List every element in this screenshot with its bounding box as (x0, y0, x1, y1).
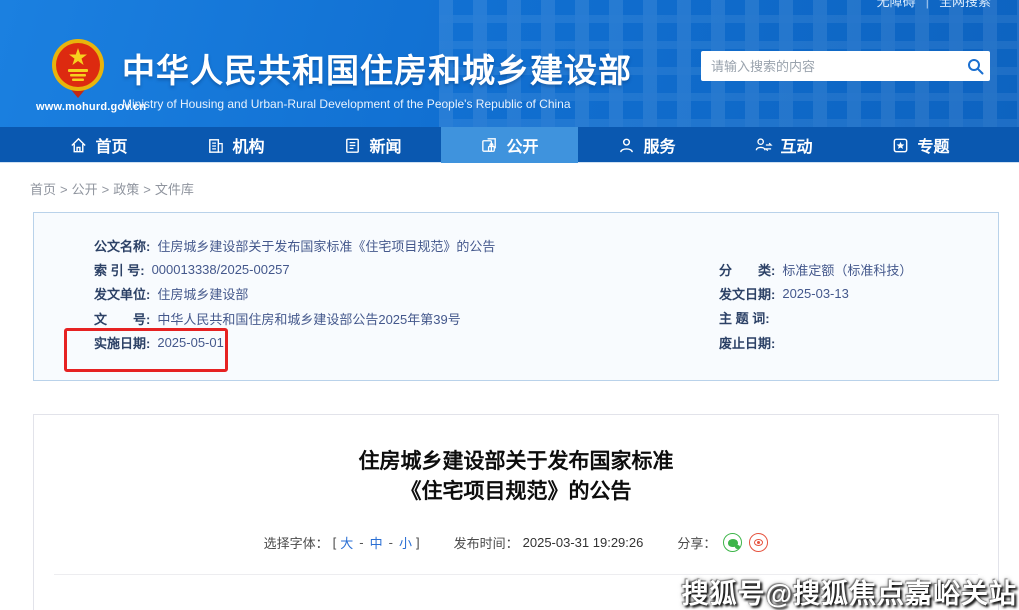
meta-value: 2025-05-01 (157, 335, 224, 350)
search-icon[interactable] (960, 58, 990, 75)
share-group: 分享： (677, 533, 768, 552)
meta-value: 中华人民共和国住房和城乡建设部公告2025年第39号 (157, 309, 460, 328)
nav-label: 新闻 (369, 133, 401, 157)
dash: - (359, 535, 363, 550)
meta-column-left: 公文名称: 住房城乡建设部关于发布国家标准《住宅项目规范》的公告 索 引 号: … (94, 233, 654, 355)
meta-label: 索 引 号: (94, 260, 145, 279)
dash: - (389, 535, 393, 550)
meta-value: 住房城乡建设部关于发布国家标准《住宅项目规范》的公告 (157, 236, 495, 255)
breadcrumb-disclosure[interactable]: 公开 (72, 182, 98, 197)
nav-label: 机构 (232, 133, 264, 157)
nav-label: 互动 (780, 133, 812, 157)
bracket-open: [ (333, 535, 337, 550)
topics-icon (891, 136, 910, 155)
document-meta-box: 公文名称: 住房城乡建设部关于发布国家标准《住宅项目规范》的公告 索 引 号: … (33, 212, 999, 381)
font-size-selector: 选择字体： [ 大 - 中 - 小 ] (264, 533, 420, 552)
meta-label: 发文日期: (719, 284, 775, 303)
organization-icon (206, 136, 225, 155)
nav-label: 公开 (506, 133, 538, 157)
article-title-line1: 住房城乡建设部关于发布国家标准 (359, 450, 674, 473)
article-title-line2: 《住宅项目规范》的公告 (401, 480, 632, 503)
meta-label: 发文单位: (94, 284, 150, 303)
nav-item-interaction[interactable]: 互动 (715, 127, 852, 163)
breadcrumb-policy[interactable]: 政策 (113, 182, 139, 197)
nav-label: 首页 (95, 133, 127, 157)
main-navigation: 首页 机构 新闻 公开 服务 互动 (0, 127, 1019, 163)
meta-value: 住房城乡建设部 (157, 284, 248, 303)
disclosure-icon (480, 136, 499, 155)
meta-label: 公文名称: (94, 236, 150, 255)
share-label: 分享： (677, 533, 716, 552)
national-emblem-icon (50, 38, 106, 102)
article-meta-row: 选择字体： [ 大 - 中 - 小 ] 发布时间： 2025-03-31 19:… (34, 533, 998, 552)
article-title: 住房城乡建设部关于发布国家标准 《住宅项目规范》的公告 (34, 447, 998, 507)
breadcrumb: 首页>公开>政策>文件库 (30, 179, 194, 198)
publish-time-value: 2025-03-31 19:29:26 (523, 535, 644, 550)
meta-label: 主 题 词: (719, 308, 770, 327)
breadcrumb-separator: > (143, 182, 151, 197)
site-subtitle-english: Ministry of Housing and Urban-Rural Deve… (122, 97, 632, 111)
meta-row-category: 分 类: 标准定额（标准科技） (719, 257, 989, 281)
breadcrumb-separator: > (102, 182, 110, 197)
publish-time: 发布时间： 2025-03-31 19:29:26 (454, 533, 644, 552)
font-size-medium-link[interactable]: 中 (370, 533, 383, 552)
nav-item-disclosure[interactable]: 公开 (441, 127, 578, 163)
site-header: 无障碍|全网搜索 www.mohurd.gov.cn 中华人民共和国住房和城乡建… (0, 0, 1019, 127)
home-icon (69, 136, 88, 155)
meta-label: 实施日期: (94, 333, 150, 352)
publish-time-label: 发布时间： (454, 533, 519, 552)
nav-item-home[interactable]: 首页 (30, 127, 167, 163)
wechat-share-icon[interactable] (723, 533, 742, 552)
meta-value: 000013338/2025-00257 (152, 262, 290, 277)
page: 无障碍|全网搜索 www.mohurd.gov.cn 中华人民共和国住房和城乡建… (0, 0, 1019, 610)
search-input[interactable] (701, 59, 960, 74)
meta-label: 文 号: (94, 309, 150, 328)
nav-label: 服务 (643, 133, 675, 157)
font-size-large-link[interactable]: 大 (340, 533, 353, 552)
nav-item-news[interactable]: 新闻 (304, 127, 441, 163)
meta-row-doc-name: 公文名称: 住房城乡建设部关于发布国家标准《住宅项目规范》的公告 (94, 233, 654, 257)
nav-label: 专题 (917, 133, 949, 157)
search-box (701, 51, 990, 81)
breadcrumb-library[interactable]: 文件库 (155, 182, 194, 197)
bracket-close: ] (416, 535, 420, 550)
meta-column-right: 分 类: 标准定额（标准科技） 发文日期: 2025-03-13 主 题 词: … (719, 257, 989, 355)
font-size-small-link[interactable]: 小 (399, 533, 412, 552)
meta-row-issuing-unit: 发文单位: 住房城乡建设部 (94, 282, 654, 306)
service-icon (617, 136, 636, 155)
news-icon (343, 136, 362, 155)
breadcrumb-home[interactable]: 首页 (30, 182, 56, 197)
topbar-link[interactable]: 全网搜索 (939, 0, 991, 9)
meta-value: 2025-03-13 (782, 286, 849, 301)
breadcrumb-separator: > (60, 182, 68, 197)
weibo-share-icon[interactable] (749, 533, 768, 552)
topbar-clipped-links: 无障碍 | 全网搜索 (877, 0, 991, 10)
nav-item-service[interactable]: 服务 (578, 127, 715, 163)
nav-item-topics[interactable]: 专题 (852, 127, 989, 163)
site-titles: 中华人民共和国住房和城乡建设部 Ministry of Housing and … (122, 44, 632, 111)
meta-value: 标准定额（标准科技） (782, 260, 912, 279)
meta-row-abolition-date: 废止日期: (719, 330, 989, 354)
interaction-icon (754, 136, 773, 155)
topbar-link[interactable]: 无障碍 (877, 0, 916, 9)
topbar-separator: | (926, 0, 929, 9)
site-title: 中华人民共和国住房和城乡建设部 (122, 44, 632, 92)
sohu-watermark: 搜狐号@搜狐焦点嘉峪关站 (682, 572, 1017, 610)
nav-item-organization[interactable]: 机构 (167, 127, 304, 163)
meta-row-index-number: 索 引 号: 000013338/2025-00257 (94, 257, 654, 281)
meta-row-subject-words: 主 题 词: (719, 306, 989, 330)
meta-row-issue-date: 发文日期: 2025-03-13 (719, 281, 989, 305)
meta-row-doc-number: 文 号: 中华人民共和国住房和城乡建设部公告2025年第39号 (94, 306, 654, 330)
meta-row-implementation-date: 实施日期: 2025-05-01 (94, 331, 654, 355)
meta-label: 分 类: (719, 260, 775, 279)
meta-label: 废止日期: (719, 333, 775, 352)
font-selector-label: 选择字体： (264, 533, 329, 552)
